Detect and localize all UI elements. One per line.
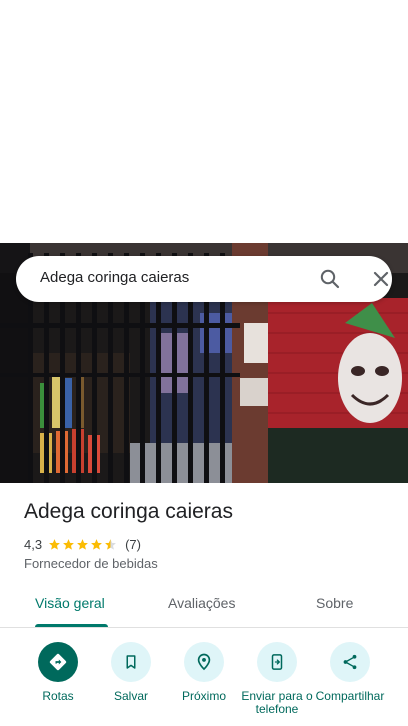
close-icon[interactable]	[369, 267, 393, 291]
rating-value: 4,3	[24, 536, 43, 552]
share-label: Compartilhar	[315, 689, 385, 703]
tab-about[interactable]: Sobre	[316, 595, 353, 611]
directions-button[interactable]: Rotas	[18, 640, 98, 703]
save-label: Salvar	[113, 689, 148, 703]
send-to-phone-icon	[257, 642, 297, 682]
star-icon	[63, 538, 74, 550]
send-to-phone-button[interactable]: Enviar para o telefone	[237, 640, 317, 716]
rating-row[interactable]: 4,3 (7)	[24, 536, 141, 552]
star-icon	[91, 538, 102, 550]
search-bar[interactable]: Adega coringa caieras	[16, 256, 392, 302]
nearby-icon	[184, 642, 224, 682]
nearby-button[interactable]: Próximo	[164, 640, 244, 703]
active-tab-indicator	[35, 624, 108, 627]
share-icon	[330, 642, 370, 682]
send-to-phone-label: Enviar para o telefone	[241, 689, 313, 716]
place-category: Fornecedor de bebidas	[24, 556, 158, 571]
action-bar: Rotas Salvar Próximo Enviar para o telef…	[0, 640, 408, 726]
search-icon[interactable]	[318, 267, 342, 291]
star-icon	[49, 538, 60, 550]
half-star-icon	[105, 538, 116, 550]
place-title: Adega coringa caieras	[24, 500, 233, 523]
bookmark-icon	[111, 642, 151, 682]
tab-reviews[interactable]: Avaliações	[168, 595, 235, 611]
tab-bar: Visão geral Avaliações Sobre	[0, 586, 408, 628]
review-count[interactable]: (7)	[125, 537, 141, 552]
nearby-label: Próximo	[181, 689, 226, 703]
directions-label: Rotas	[42, 689, 74, 703]
blank-area	[0, 0, 408, 243]
tab-overview[interactable]: Visão geral	[35, 595, 105, 611]
directions-icon	[38, 642, 78, 682]
share-button[interactable]: Compartilhar	[310, 640, 390, 703]
save-button[interactable]: Salvar	[91, 640, 171, 703]
star-icon	[77, 538, 88, 550]
search-input[interactable]: Adega coringa caieras	[40, 269, 189, 286]
rating-stars	[48, 538, 118, 551]
